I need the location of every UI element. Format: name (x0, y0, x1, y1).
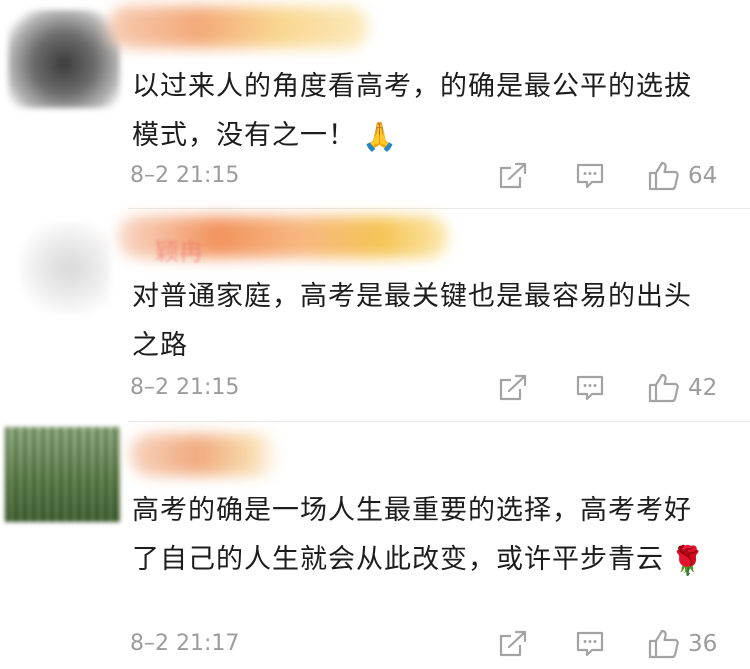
like-count: 64 (688, 163, 718, 189)
comment-meta: 8–2 21:15 42 (130, 372, 740, 404)
emoji: 🙏 (362, 120, 398, 153)
share-icon (499, 162, 527, 189)
username-blurred[interactable] (108, 6, 368, 48)
comment-meta: 8–2 21:17 36 (130, 628, 740, 660)
emoji: 🌹 (670, 544, 706, 577)
comment-button[interactable] (575, 160, 605, 192)
comment-button[interactable] (575, 628, 605, 660)
timestamp: 8–2 21:17 (130, 631, 240, 656)
comment-icon (576, 163, 604, 189)
avatar[interactable] (8, 10, 120, 108)
comment-text: 对普通家庭，高考是最关键也是最容易的出头之路 (132, 272, 712, 370)
comment-text-body: 高考的确是一场人生最重要的选择，高考考好了自己的人生就会从此改变，或许平步青云 (132, 495, 692, 575)
share-button[interactable] (498, 372, 528, 404)
comment-text-body: 对普通家庭，高考是最关键也是最容易的出头之路 (132, 281, 692, 361)
comment-text: 高考的确是一场人生最重要的选择，高考考好了自己的人生就会从此改变，或许平步青云 🌹 (132, 486, 712, 585)
like-count: 42 (688, 375, 718, 401)
share-button[interactable] (498, 160, 528, 192)
comment-meta: 8–2 21:15 64 (130, 160, 740, 192)
timestamp: 8–2 21:15 (130, 163, 240, 188)
like-button[interactable]: 64 (648, 160, 717, 192)
avatar[interactable] (20, 222, 110, 314)
comment-text: 以过来人的角度看高考，的确是最公平的选拔模式，没有之一！ 🙏 (132, 62, 712, 161)
avatar[interactable] (5, 427, 120, 522)
username-blurred[interactable] (130, 434, 280, 476)
divider (128, 208, 750, 209)
comment-icon (576, 375, 604, 401)
share-button[interactable] (498, 628, 528, 660)
like-icon (648, 629, 679, 659)
divider (128, 421, 750, 422)
comment-icon (576, 631, 604, 657)
timestamp: 8–2 21:15 (130, 375, 240, 400)
like-icon (648, 373, 679, 403)
like-icon (648, 161, 679, 191)
comment-button[interactable] (575, 372, 605, 404)
like-button[interactable]: 42 (648, 372, 717, 404)
like-button[interactable]: 36 (648, 628, 717, 660)
like-count: 36 (688, 631, 718, 657)
comment-text-body: 以过来人的角度看高考，的确是最公平的选拔模式，没有之一！ (132, 71, 692, 151)
username-partial[interactable]: 颖冉 (155, 232, 203, 267)
share-icon (499, 374, 527, 401)
share-icon (499, 630, 527, 657)
